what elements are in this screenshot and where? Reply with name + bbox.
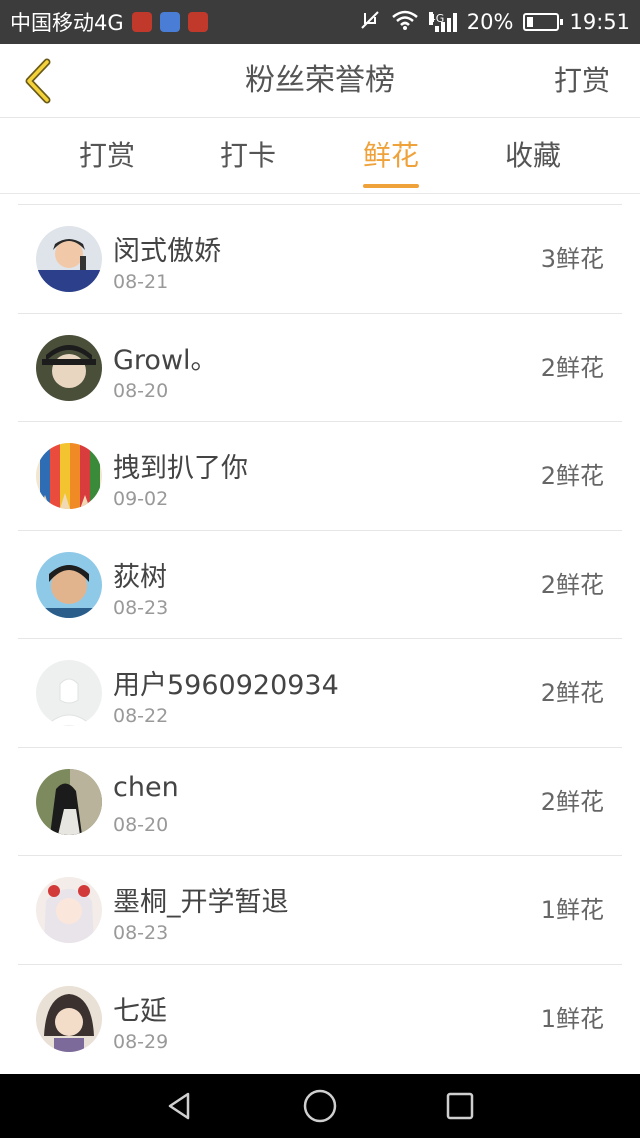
page-title: 粉丝荣誉榜 (245, 63, 395, 98)
avatar[interactable] (36, 985, 102, 1052)
home-circle-icon (303, 1089, 337, 1123)
date: 08-23 (113, 596, 169, 619)
user-name: 七延 (113, 995, 167, 1027)
recents-square-icon (446, 1092, 474, 1120)
tab-label: 收藏 (504, 139, 561, 172)
tab-label: 打卡 (219, 139, 276, 172)
battery-percent: 20% (466, 10, 514, 34)
tab-label: 打赏 (78, 139, 135, 172)
user-name: chen (113, 771, 179, 803)
date: 08-21 (113, 271, 169, 293)
date: 09-02 (113, 488, 169, 510)
battery-fill (527, 17, 534, 27)
list-item[interactable]: chen 08-20 2鲜花 (18, 748, 622, 856)
user-name: Growl。 (113, 344, 218, 376)
active-tab-indicator (363, 184, 419, 188)
list-item[interactable]: 荻树 08-23 2鲜花 (18, 531, 622, 639)
wifi-icon (391, 9, 419, 36)
user-name: 闵式傲娇 (113, 236, 221, 267)
flower-count: 1鲜花 (540, 1004, 604, 1033)
flower-count: 1鲜花 (540, 896, 604, 924)
tab-flowers[interactable]: 鲜花 (320, 118, 462, 194)
avatar[interactable] (36, 877, 102, 943)
flower-count: 2鲜花 (540, 462, 604, 490)
back-triangle-icon (168, 1092, 190, 1120)
nav-home-button[interactable] (296, 1082, 344, 1130)
date: 08-20 (113, 379, 169, 402)
avatar[interactable] (36, 334, 102, 401)
chevron-left-icon (25, 58, 51, 104)
flower-count: 2鲜花 (540, 570, 604, 599)
avatar[interactable] (36, 660, 102, 726)
list-item[interactable]: 墨桐_开学暂退 08-23 1鲜花 (18, 856, 622, 965)
status-bar-right: 4G 20% 19:51 (359, 9, 630, 36)
user-name: 墨桐_开学暂退 (113, 887, 289, 918)
flower-count: 2鲜花 (540, 787, 604, 816)
list-item[interactable]: 拽到扒了你 09-02 2鲜花 (18, 422, 622, 531)
navigation-bar (0, 1074, 640, 1138)
date: 08-29 (113, 1030, 169, 1053)
date: 08-20 (113, 813, 169, 836)
reward-button[interactable]: 打赏 (554, 44, 610, 118)
tab-checkin[interactable]: 打卡 (177, 118, 319, 194)
list-item[interactable]: Growl。 08-20 2鲜花 (18, 314, 622, 422)
status-bar-left: 中国移动4G (10, 7, 208, 37)
flower-count: 2鲜花 (540, 353, 604, 382)
network-label: 4G (428, 12, 445, 25)
signal-icon: 4G (428, 12, 457, 32)
user-name: 荻树 (113, 561, 167, 593)
user-name: 拽到扒了你 (113, 453, 248, 484)
list-item[interactable]: 用户5960920934 08-22 2鲜花 (18, 639, 622, 748)
avatar[interactable] (36, 443, 102, 509)
nav-back-button[interactable] (156, 1082, 204, 1130)
avatar[interactable] (36, 768, 102, 835)
date: 08-23 (113, 922, 169, 944)
nav-recents-button[interactable] (436, 1082, 484, 1130)
user-name: 用户5960920934 (113, 670, 339, 701)
back-button[interactable] (14, 56, 62, 106)
tab-label: 鲜花 (362, 139, 419, 172)
tab-bar: 打赏 打卡 鲜花 收藏 (0, 118, 640, 194)
app-icon-1 (131, 12, 152, 32)
date: 08-22 (113, 705, 169, 727)
mute-icon (359, 9, 381, 36)
flower-count: 2鲜花 (540, 679, 604, 707)
battery-icon (523, 13, 564, 31)
tab-favorites[interactable]: 收藏 (462, 118, 604, 194)
title-bar: 粉丝荣誉榜 打赏 (0, 44, 640, 118)
avatar[interactable] (36, 226, 102, 292)
flower-count: 3鲜花 (540, 245, 604, 273)
carrier-label: 中国移动4G (10, 11, 124, 35)
clock: 19:51 (569, 10, 630, 34)
app-icon-2 (159, 12, 180, 32)
list-item[interactable]: 七延 08-29 1鲜花 (18, 965, 622, 1072)
fan-list[interactable]: 闵式傲娇 08-21 3鲜花 Growl。 08-20 2鲜花 拽到扒了你 09… (18, 204, 622, 1071)
tab-reward[interactable]: 打赏 (36, 118, 178, 194)
avatar[interactable] (36, 551, 102, 618)
status-bar: 中国移动4G 4G 20% 19:51 (0, 0, 640, 44)
list-item[interactable]: 闵式傲娇 08-21 3鲜花 (18, 205, 622, 314)
app-icon-3 (187, 12, 208, 32)
